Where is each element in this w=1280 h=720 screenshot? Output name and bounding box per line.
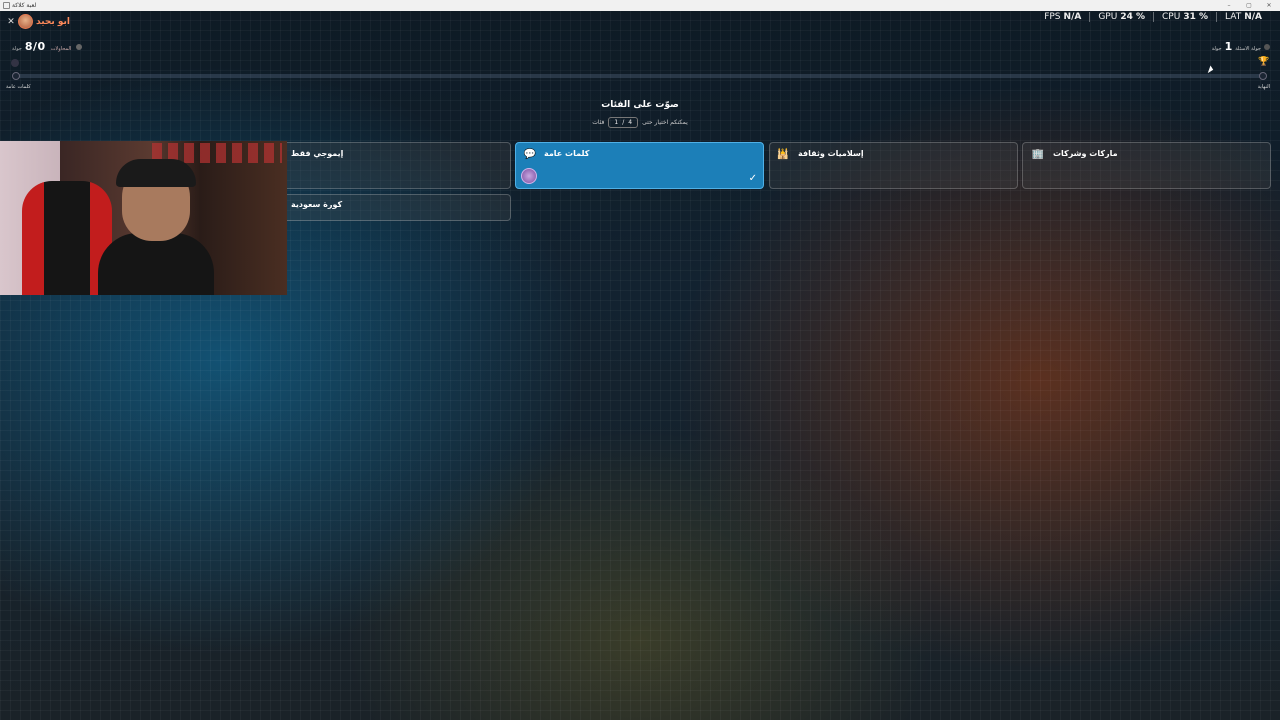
user-badge[interactable]: ابو بحيد xyxy=(18,14,70,29)
category-card-brands[interactable]: 🏢 ماركات وشركات xyxy=(1022,142,1271,189)
category-name: إسلاميات وثقافة xyxy=(798,149,864,158)
progress-end-label: النهاية xyxy=(1257,84,1270,90)
vote-title: صوّت على الفئات xyxy=(601,100,679,110)
category-card-general-words[interactable]: 💬 كلمات عامة ✓ xyxy=(515,142,764,189)
webcam-overlay xyxy=(0,141,287,295)
perf-lat: LAT N/A xyxy=(1216,12,1270,22)
score-display: جولة 8/0 المحاولات xyxy=(12,40,83,53)
vote-counter: 1/4 xyxy=(608,117,639,128)
round-display: جولة 1 جولة الاسئلة xyxy=(1212,40,1270,53)
score-value: 8/0 xyxy=(24,40,46,53)
perf-gpu: GPU 24 % xyxy=(1089,12,1153,22)
minimize-icon[interactable]: – xyxy=(1220,0,1238,11)
progress-track xyxy=(14,74,1266,78)
progress-start-label: كلمات عامة xyxy=(6,84,31,90)
category-name: إيموجي فقط xyxy=(291,149,344,158)
progress-start-dot xyxy=(12,72,20,80)
webcam-person-cap xyxy=(116,159,196,187)
attempts-icon xyxy=(76,44,83,50)
building-icon: 🏢 xyxy=(1031,149,1045,160)
round-icon xyxy=(1264,44,1270,50)
score-label: المحاولات xyxy=(50,46,72,52)
speech-bubble-icon: 💬 xyxy=(523,149,537,160)
webcam-person-body xyxy=(98,233,214,295)
category-card-islamic[interactable]: 🕌 إسلاميات وثقافة xyxy=(769,142,1018,189)
progress-end-dot xyxy=(1259,72,1267,80)
category-name: ماركات وشركات xyxy=(1053,149,1118,158)
window-title: لعبة كلاكة xyxy=(12,2,37,9)
window-close-icon[interactable]: ✕ xyxy=(1260,0,1278,11)
window-titlebar: لعبة كلاكة – ▢ ✕ xyxy=(0,0,1280,11)
round-unit: جولة xyxy=(1211,46,1222,52)
vote-instruction: يمكنكم اختيار حتى xyxy=(642,119,688,126)
vote-count-unit: فئات xyxy=(592,119,605,126)
vote-subtitle: يمكنكم اختيار حتى 1/4 فئات xyxy=(0,117,1280,128)
check-icon: ✓ xyxy=(748,173,757,184)
score-unit: جولة xyxy=(12,46,22,52)
close-icon[interactable]: ✕ xyxy=(6,16,16,28)
category-name: كلمات عامة xyxy=(544,149,590,158)
performance-overlay: FPS N/A GPU 24 % CPU 31 % LAT N/A xyxy=(1036,12,1270,22)
perf-fps: FPS N/A xyxy=(1044,12,1082,22)
avatar xyxy=(18,14,33,29)
voter-avatar xyxy=(521,168,537,184)
trophy-icon: 🏆 xyxy=(1258,57,1270,67)
mosque-icon: 🕌 xyxy=(776,149,790,160)
round-number: 1 xyxy=(1224,40,1233,53)
perf-cpu: CPU 31 % xyxy=(1153,12,1216,22)
category-name: كورة سعودية xyxy=(291,200,343,209)
username: ابو بحيد xyxy=(36,16,70,27)
category-card-saudi-football[interactable]: كورة سعودية xyxy=(262,194,511,221)
category-card-emoji[interactable]: إيموجي فقط xyxy=(262,142,511,189)
round-label: جولة الاسئلة xyxy=(1235,46,1261,52)
maximize-icon[interactable]: ▢ xyxy=(1240,0,1258,11)
start-marker-icon xyxy=(11,59,19,67)
app-icon xyxy=(3,2,10,9)
